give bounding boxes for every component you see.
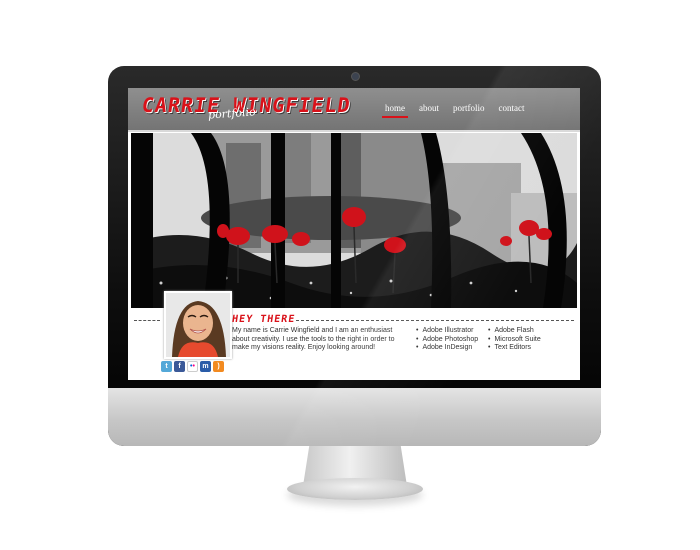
avatar bbox=[166, 293, 230, 357]
intro-heading: HEY THERE bbox=[231, 314, 296, 325]
website-screen: CARRIE WINGFIELD portfolio home about po… bbox=[128, 88, 580, 380]
skill-item: Adobe Illustrator bbox=[416, 327, 478, 336]
site-logo-subtitle: portfolio bbox=[207, 105, 257, 122]
divider-left bbox=[134, 320, 160, 321]
divider-right bbox=[296, 320, 574, 321]
skill-item: Text Editors bbox=[488, 344, 541, 353]
main-nav: home about portfolio contact bbox=[378, 102, 532, 122]
intro-text: My name is Carrie Wingfield and I am an … bbox=[232, 327, 395, 351]
profile-photo bbox=[164, 291, 232, 359]
intro-section: HEY THERE My name is Carrie Wingfield an… bbox=[128, 291, 580, 380]
nav-item-portfolio[interactable]: portfolio bbox=[446, 102, 492, 118]
facebook-icon[interactable]: f bbox=[174, 361, 185, 372]
skill-item: Adobe Photoshop bbox=[416, 336, 478, 345]
myspace-icon[interactable]: m bbox=[200, 361, 211, 372]
nav-item-about[interactable]: about bbox=[412, 102, 446, 118]
skill-item: Adobe InDesign bbox=[416, 344, 478, 353]
skills-list-1: Adobe Illustrator Adobe Photoshop Adobe … bbox=[416, 327, 478, 353]
rss-icon[interactable]: ) bbox=[213, 361, 224, 372]
nav-item-contact[interactable]: contact bbox=[492, 102, 532, 118]
nav-item-home[interactable]: home bbox=[378, 102, 412, 118]
social-links: t f •• m ) bbox=[161, 361, 224, 372]
camera-icon bbox=[351, 72, 360, 81]
hero-tulips-photo bbox=[131, 133, 577, 308]
hero-image bbox=[131, 133, 577, 308]
flickr-icon[interactable]: •• bbox=[187, 361, 198, 372]
monitor-chin bbox=[108, 388, 601, 446]
skill-item: Adobe Flash bbox=[488, 327, 541, 336]
monitor-stand-base bbox=[287, 478, 423, 500]
skills-list-2: Adobe Flash Microsoft Suite Text Editors bbox=[488, 327, 541, 353]
skill-item: Microsoft Suite bbox=[488, 336, 540, 345]
twitter-icon[interactable]: t bbox=[161, 361, 172, 372]
site-header: CARRIE WINGFIELD portfolio home about po… bbox=[128, 88, 580, 132]
